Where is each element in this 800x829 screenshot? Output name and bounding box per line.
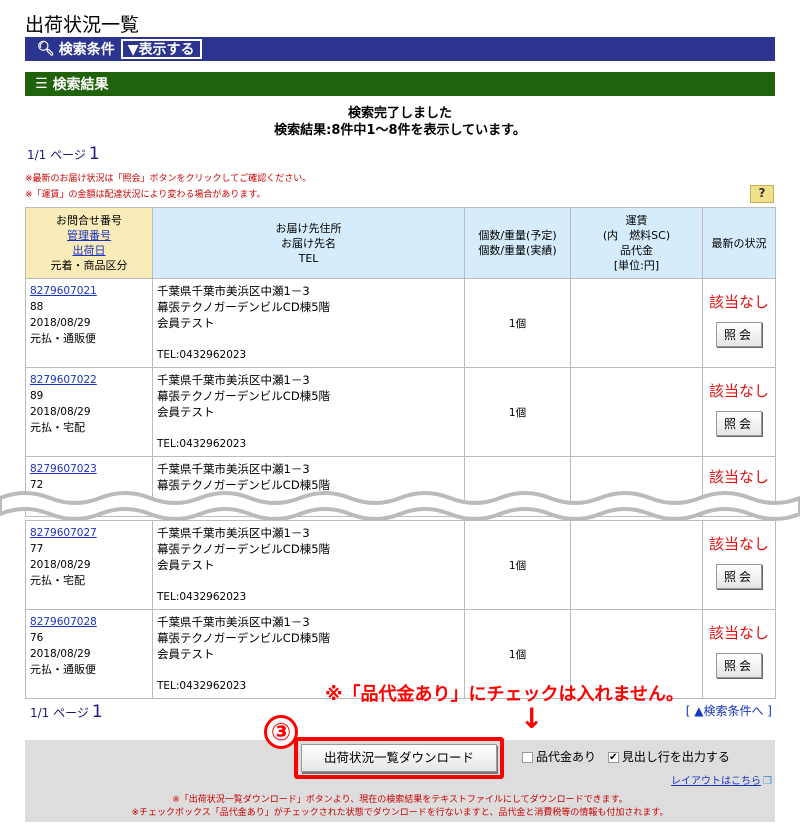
page-title: 出荷状況一覧 [25,14,140,36]
download-button[interactable]: 出荷状況一覧ダウンロード [301,744,497,772]
status-text: 該当なし [708,624,769,642]
omission-wave [0,491,800,521]
tracking-link[interactable]: 8279607028 [30,616,97,628]
table-row: 8279607022 89 2018/08/29 元払・宅配 千葉県千葉市美浜区中瀬1… [25,367,776,457]
tracking-link[interactable]: 8279607027 [30,527,97,539]
step-marker: ③ [264,715,298,749]
footer-note-1: ※「出荷状況一覧ダウンロード」ボタンより、現在の検索結果をテキストファイルにして… [172,795,628,805]
tracking-link[interactable]: 8279607022 [30,374,97,386]
results-table-top: お問合せ番号 管理番号 出荷日 元着・商品区分 お届け先住所 お届け先名 TEL 個数/重… [25,207,776,517]
header-col4: 運賃 (内 燃料SC) 品代金 [単位:円] [570,207,703,279]
header-checkbox[interactable]: ✔ [607,752,619,763]
inquiry-button[interactable]: 照会 [715,564,762,589]
search-summary: 検索結果:8件中1～8件を表示しています。 [274,123,526,138]
header-col5: 最新の状況 [702,207,776,279]
note-1: ※最新のお届け状況は「照会」ボタンをクリックしてご確認ください。 [25,174,312,184]
inquiry-button[interactable]: 照会 [715,653,762,678]
status-text: 該当なし [708,535,769,553]
header-col1: お問合せ番号 管理番号 出荷日 元着・商品区分 [25,207,153,279]
search-condition-label: 検索条件 [58,42,115,58]
page-link[interactable]: 1 [92,702,103,722]
search-result-bar: ☰ 検索結果 [25,72,775,96]
annotation-text: ※「品代金あり」にチェックは入れません。 [325,684,684,705]
header-col2: お届け先住所 お届け先名 TEL [152,207,465,279]
status-text: 該当なし [708,382,769,400]
tracking-link[interactable]: 8279607023 [30,463,97,475]
tracking-link[interactable]: 8279607021 [30,285,97,297]
results-table-bottom: 8279607027 77 2018/08/29 元払・宅配 千葉県千葉市美浜区中瀬1… [25,520,776,699]
list-icon: ☰ [35,76,48,92]
arrow-down-icon: ↓ [520,702,544,735]
page-link[interactable]: 1 [89,144,100,164]
page-text: 1/1 ページ [27,148,86,162]
search-condition-bar: 🔍︎ 検索条件 ▼表示する [25,37,775,61]
inquiry-button[interactable]: 照会 [715,322,762,347]
show-conditions-button[interactable]: ▼表示する [120,39,202,59]
note-2: ※「運賃」の金額は配達状況により変わる場合があります。 [25,190,266,200]
price-checkbox[interactable] [522,752,533,763]
header-col3: 個数/重量(予定) 個数/重量(実績) [464,207,571,279]
window-icon: ❐ [763,776,772,787]
table-row: 8279607027 77 2018/08/29 元払・宅配 千葉県千葉市美浜区中瀬1… [25,520,776,610]
pagination-top: 1/1 ページ 1 [27,144,100,164]
status-text: 該当なし [708,293,769,311]
price-checkbox-group[interactable]: 品代金あり ✔ 見出し行を出力する [522,748,730,765]
table-row: 8279607021 88 2018/08/29 元払・通販便 千葉県千葉市美浜区中瀬… [25,278,776,368]
layout-link[interactable]: レイアウトはこちら [671,776,761,787]
help-icon[interactable]: ? [750,185,774,203]
search-result-label: 検索結果 [52,77,109,93]
sort-date-link[interactable]: 出荷日 [73,244,106,257]
pagination-bottom: 1/1 ページ 1 [30,702,103,722]
back-to-search-link[interactable]: [ ▲検索条件へ ] [686,702,772,719]
search-icon: 🔍︎ [37,41,55,57]
sort-mgmt-link[interactable]: 管理番号 [67,229,111,242]
footer-note-2: ※チェックボックス「品代金あり」がチェックされた状態でダウンロードを行ないますと… [131,808,669,818]
inquiry-button[interactable]: 照会 [715,411,762,436]
